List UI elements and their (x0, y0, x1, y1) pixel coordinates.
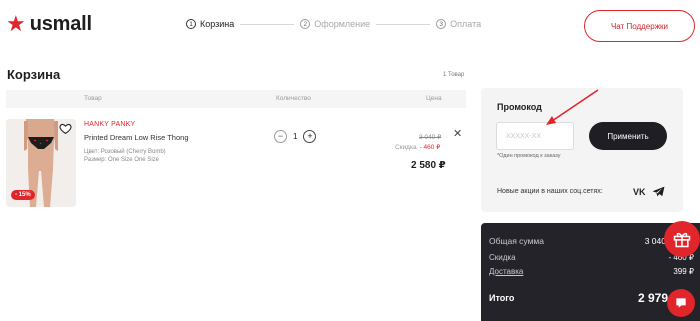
star-icon: ★ (6, 11, 26, 36)
product-name[interactable]: Printed Dream Low Rise Thong (84, 133, 189, 142)
logo[interactable]: ★ usmall (6, 12, 92, 36)
step-cart: 1 Корзина (186, 19, 234, 29)
step-label: Оформление (314, 19, 371, 29)
step-divider (240, 23, 295, 25)
quantity-stepper: − 1 + (274, 130, 317, 143)
discount-value: - 460 ₽ (419, 144, 441, 151)
product-brand[interactable]: HANKY PANKY (84, 121, 135, 128)
step-number: 2 (300, 19, 311, 29)
column-quantity: Количество (276, 95, 311, 102)
cart-table-header: Товар Количество Цена (6, 90, 466, 108)
social-text: Новые акции в наших соц.сетях: (497, 188, 603, 195)
discount-badge: - 15% (11, 190, 35, 200)
checkout-steps: 1 Корзина 2 Оформление 3 Оплата (186, 19, 481, 29)
step-number: 1 (186, 19, 196, 29)
old-price: 3 040 ₽ (419, 134, 442, 141)
step-divider (376, 23, 431, 25)
summary-total-value: 3 040 (644, 236, 666, 246)
promo-title: Промокод (497, 102, 542, 112)
cart-item-count: 1 Товар (443, 72, 465, 78)
item-discount: Скидка - 460 ₽ (395, 143, 440, 151)
product-color: Цвет: Розовый (Cherry Bomb) (84, 149, 166, 155)
summary-discount-label: Скидка (489, 253, 516, 262)
decrease-button[interactable]: − (274, 130, 287, 143)
delivery-link[interactable]: Доставка (489, 267, 523, 276)
summary-delivery-value: 399 ₽ (673, 267, 694, 276)
apply-promo-button[interactable]: Применить (589, 122, 667, 150)
telegram-icon[interactable] (652, 186, 665, 197)
vk-icon[interactable]: VK (633, 187, 646, 197)
step-payment: 3 Оплата (436, 19, 481, 29)
promo-panel: Промокод *Один промокод к заказу Примени… (481, 88, 683, 212)
gift-icon[interactable] (664, 221, 700, 257)
heart-icon[interactable] (59, 122, 72, 135)
support-chat-button[interactable]: Чат Поддержки (584, 10, 695, 42)
summary-grand-label: Итого (489, 293, 515, 303)
summary-total-label: Общая сумма (489, 236, 544, 246)
step-label: Корзина (200, 19, 235, 29)
chat-bubble-icon[interactable] (667, 289, 695, 317)
promo-note: *Один промокод к заказу (497, 153, 561, 159)
remove-item-icon[interactable]: ✕ (453, 129, 462, 140)
item-price: 2 580 ₽ (411, 160, 446, 171)
step-number: 3 (436, 19, 447, 29)
cart-title: Корзина (7, 67, 61, 82)
column-price: Цена (426, 95, 442, 102)
quantity-value: 1 (293, 132, 298, 141)
step-label: Оплата (450, 19, 482, 29)
increase-button[interactable]: + (303, 130, 317, 143)
column-product: Товар (84, 95, 102, 102)
discount-label: Скидка (395, 144, 417, 151)
product-size: Размер: One Size One Size (84, 157, 159, 163)
step-checkout: 2 Оформление (300, 19, 370, 29)
promo-code-input[interactable] (496, 122, 574, 150)
logo-text: usmall (29, 12, 92, 35)
gift-glyph (673, 232, 691, 248)
summary-grand-value: 2 979 (637, 291, 668, 305)
chat-glyph (676, 298, 686, 308)
